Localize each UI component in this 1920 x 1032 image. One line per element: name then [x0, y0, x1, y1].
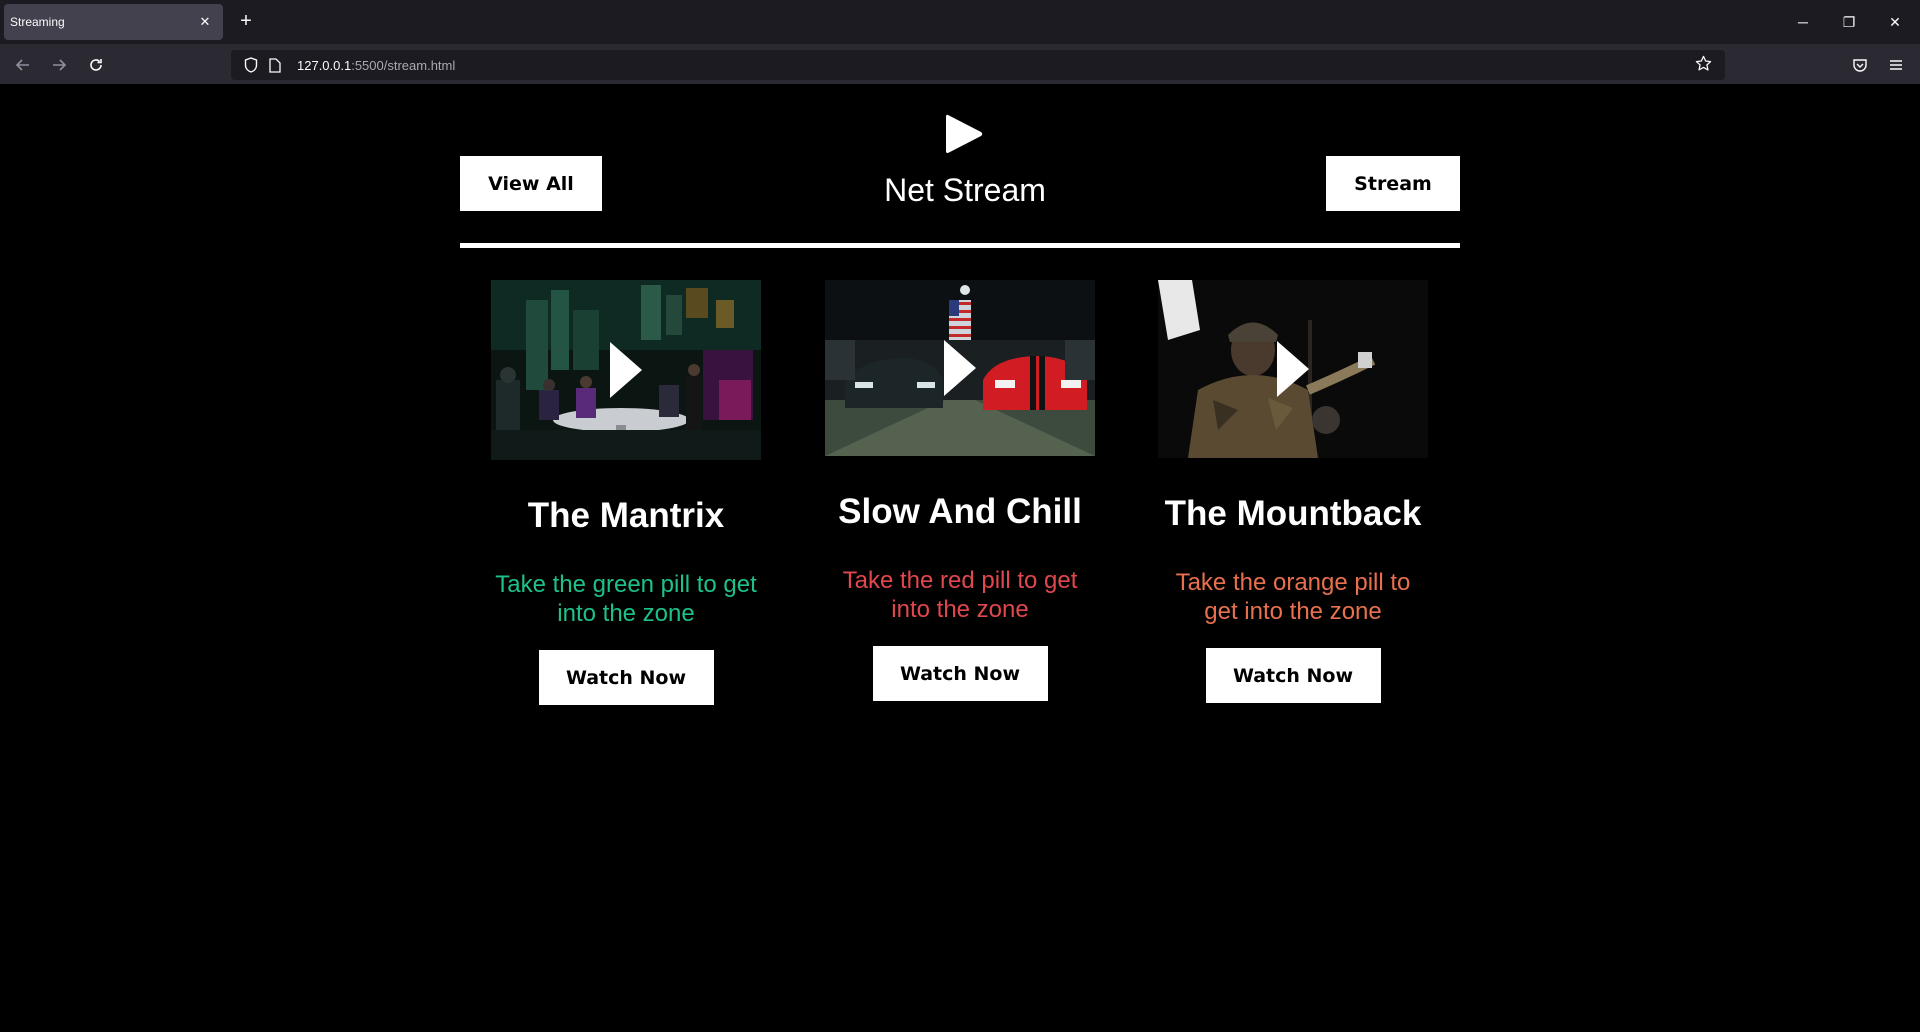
- movie-title: The Mantrix: [527, 496, 725, 535]
- play-icon[interactable]: [943, 339, 977, 397]
- reload-icon[interactable]: [82, 51, 110, 79]
- tab-title: Streaming: [10, 15, 65, 29]
- movie-card: Slow And Chill Take the red pill to get …: [825, 280, 1095, 701]
- browser-tab-bar: Streaming ✕ + ─ ❐ ✕: [0, 0, 1920, 44]
- page-icon: [267, 57, 283, 73]
- play-icon[interactable]: [1276, 340, 1310, 398]
- url-text: 127.0.0.1:5500/stream.html: [297, 57, 456, 73]
- back-arrow-icon[interactable]: [9, 51, 37, 79]
- shield-icon[interactable]: [243, 57, 259, 73]
- watch-now-button[interactable]: Watch Now: [872, 646, 1048, 701]
- site-title: Net Stream: [884, 172, 1046, 208]
- movie-thumbnail[interactable]: [1158, 280, 1428, 458]
- window-close-button[interactable]: ✕: [1872, 0, 1918, 44]
- movie-thumbnail[interactable]: [825, 280, 1095, 456]
- movie-description: Take the orange pill to get into the zon…: [1175, 569, 1411, 625]
- movie-description: Take the green pill to get into the zone: [495, 571, 757, 627]
- movie-title: Slow And Chill: [838, 492, 1082, 531]
- pocket-icon[interactable]: [1846, 51, 1874, 79]
- url-bar[interactable]: 127.0.0.1:5500/stream.html: [231, 50, 1725, 80]
- forward-arrow-icon[interactable]: [45, 51, 73, 79]
- menu-icon[interactable]: [1882, 51, 1910, 79]
- movie-description: Take the red pill to get into the zone: [842, 567, 1078, 623]
- header-divider: [460, 243, 1460, 248]
- restore-button[interactable]: ❐: [1826, 0, 1872, 44]
- view-all-button[interactable]: View All: [460, 156, 602, 211]
- minimize-button[interactable]: ─: [1780, 0, 1826, 44]
- stream-button[interactable]: Stream: [1326, 156, 1460, 211]
- movie-title: The Mountback: [1164, 494, 1422, 533]
- play-logo-icon: [946, 114, 983, 153]
- play-icon[interactable]: [609, 341, 643, 399]
- watch-now-button[interactable]: Watch Now: [538, 650, 714, 705]
- close-icon[interactable]: ✕: [195, 12, 215, 32]
- movie-card: The Mantrix Take the green pill to get i…: [491, 280, 761, 705]
- page-content: View All Net Stream Stream The Mantrix T…: [0, 84, 1920, 1032]
- movie-thumbnail[interactable]: [491, 280, 761, 460]
- watch-now-button[interactable]: Watch Now: [1205, 648, 1381, 703]
- browser-tab[interactable]: Streaming ✕: [4, 4, 223, 40]
- new-tab-button[interactable]: +: [234, 10, 258, 34]
- movie-card: The Mountback Take the orange pill to ge…: [1158, 280, 1428, 703]
- star-icon[interactable]: [1693, 55, 1713, 75]
